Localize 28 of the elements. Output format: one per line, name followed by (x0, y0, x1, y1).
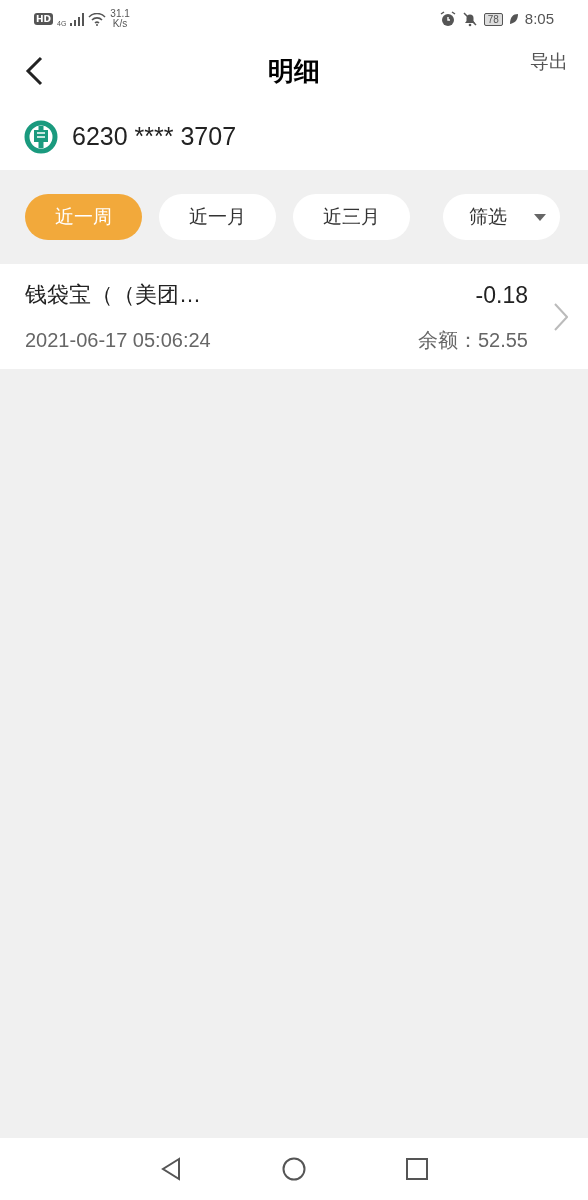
speed-value: 31.1 (110, 9, 130, 19)
clock-time: 8:05 (524, 8, 554, 29)
transaction-amount: -0.18 (475, 281, 528, 311)
filter-dropdown[interactable]: 筛选 (443, 194, 560, 240)
balance-label: 余额：52.55 (417, 327, 528, 353)
export-button[interactable]: 导出 (530, 48, 568, 77)
home-nav-icon[interactable] (282, 1157, 306, 1181)
period-tab[interactable]: 近三月 (293, 194, 410, 240)
chevron-right-icon (554, 302, 568, 331)
muted-bell-icon (461, 11, 478, 27)
bank-logo-icon (24, 120, 58, 154)
hd-icon: HD (34, 13, 53, 25)
transaction-time: 2021-06-17 05:06:24 (25, 327, 211, 353)
wifi-icon (88, 12, 107, 26)
signal-icon (70, 12, 85, 26)
speed-unit: K/s (112, 19, 128, 29)
alarm-icon (439, 11, 456, 27)
leaf-icon (508, 13, 519, 25)
account-number: 6230 **** 3707 (72, 121, 237, 153)
transaction-row[interactable]: 钱袋宝（（美团… -0.18 2021-06-17 05:06:24 余额：52.55 (0, 264, 588, 369)
dropdown-caret-icon (534, 213, 546, 221)
recents-nav-icon[interactable] (406, 1158, 428, 1180)
page-title: 明细 (268, 54, 320, 88)
transaction-name: 钱袋宝（（美团… (25, 281, 201, 310)
back-icon[interactable] (24, 56, 44, 86)
back-nav-icon[interactable] (160, 1157, 182, 1181)
battery-indicator: 78 (483, 12, 503, 26)
period-tab[interactable]: 近一月 (159, 194, 276, 240)
